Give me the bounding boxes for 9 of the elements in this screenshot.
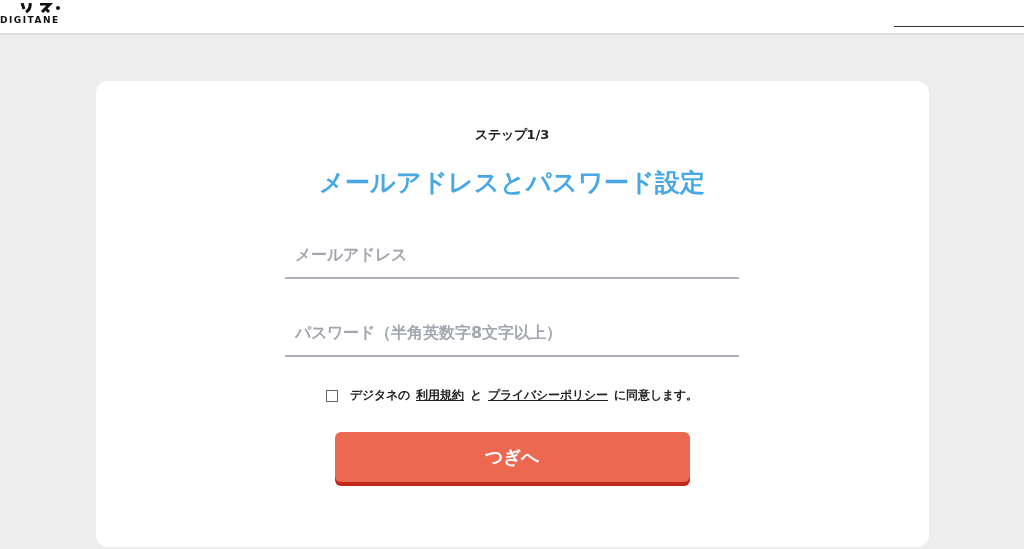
agreement-text: に同意します。 [614,387,698,404]
agree-checkbox[interactable] [326,389,338,402]
agreement-text: デジタネの [350,387,410,404]
page-title: メールアドレスとパスワード設定 [319,167,705,199]
logo-text: DIGITANE [0,15,61,25]
step-indicator: ステップ1/3 [474,126,550,144]
privacy-link[interactable]: プライバシーポリシー [488,387,608,404]
terms-link[interactable]: 利用規約 [416,387,464,404]
agreement-text: と [470,387,482,404]
